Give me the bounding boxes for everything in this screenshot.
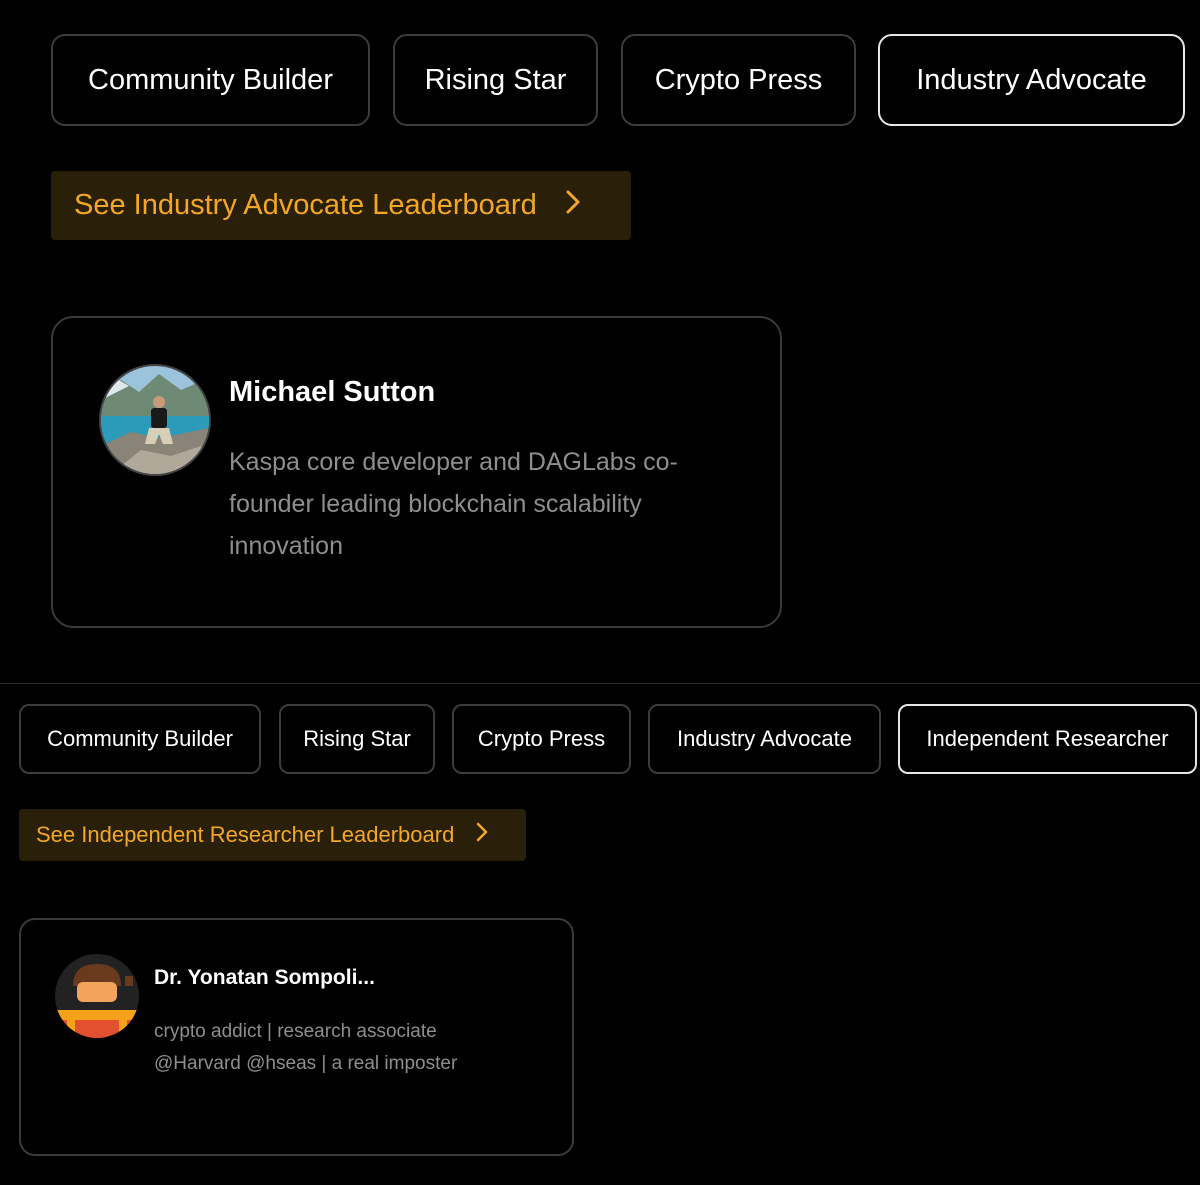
chevron-right-icon	[476, 822, 488, 848]
tab-independent-researcher[interactable]: Independent Researcher	[898, 704, 1197, 774]
tab-crypto-press[interactable]: Crypto Press	[621, 34, 856, 126]
tab-crypto-press[interactable]: Crypto Press	[452, 704, 631, 774]
profile-bio: Kaspa core developer and DAGLabs co-foun…	[229, 448, 678, 560]
see-leaderboard-button[interactable]: See Industry Advocate Leaderboard	[51, 171, 631, 240]
tab-rising-star[interactable]: Rising Star	[393, 34, 598, 126]
leaderboard-label: See Industry Advocate Leaderboard	[74, 189, 537, 221]
tab-community-builder[interactable]: Community Builder	[51, 34, 370, 126]
tab-industry-advocate[interactable]: Industry Advocate	[878, 34, 1185, 126]
leaderboard-label: See Independent Researcher Leaderboard	[36, 822, 455, 847]
section-divider	[0, 683, 1200, 684]
avatar	[99, 364, 211, 476]
see-leaderboard-button[interactable]: See Independent Researcher Leaderboard	[19, 809, 526, 861]
profile-card[interactable]: Dr. Yonatan Sompoli... crypto addict | r…	[19, 918, 574, 1156]
chevron-right-icon	[565, 189, 581, 223]
profile-bio: crypto addict | research associate @Harv…	[154, 1021, 458, 1074]
tab-rising-star[interactable]: Rising Star	[279, 704, 435, 774]
tab-community-builder[interactable]: Community Builder	[19, 704, 261, 774]
profile-name: Dr. Yonatan Sompoli...	[154, 966, 375, 989]
tab-industry-advocate[interactable]: Industry Advocate	[648, 704, 881, 774]
profile-card[interactable]: Michael Sutton Kaspa core developer and …	[51, 316, 782, 628]
profile-name: Michael Sutton	[229, 376, 436, 408]
avatar	[55, 954, 139, 1038]
